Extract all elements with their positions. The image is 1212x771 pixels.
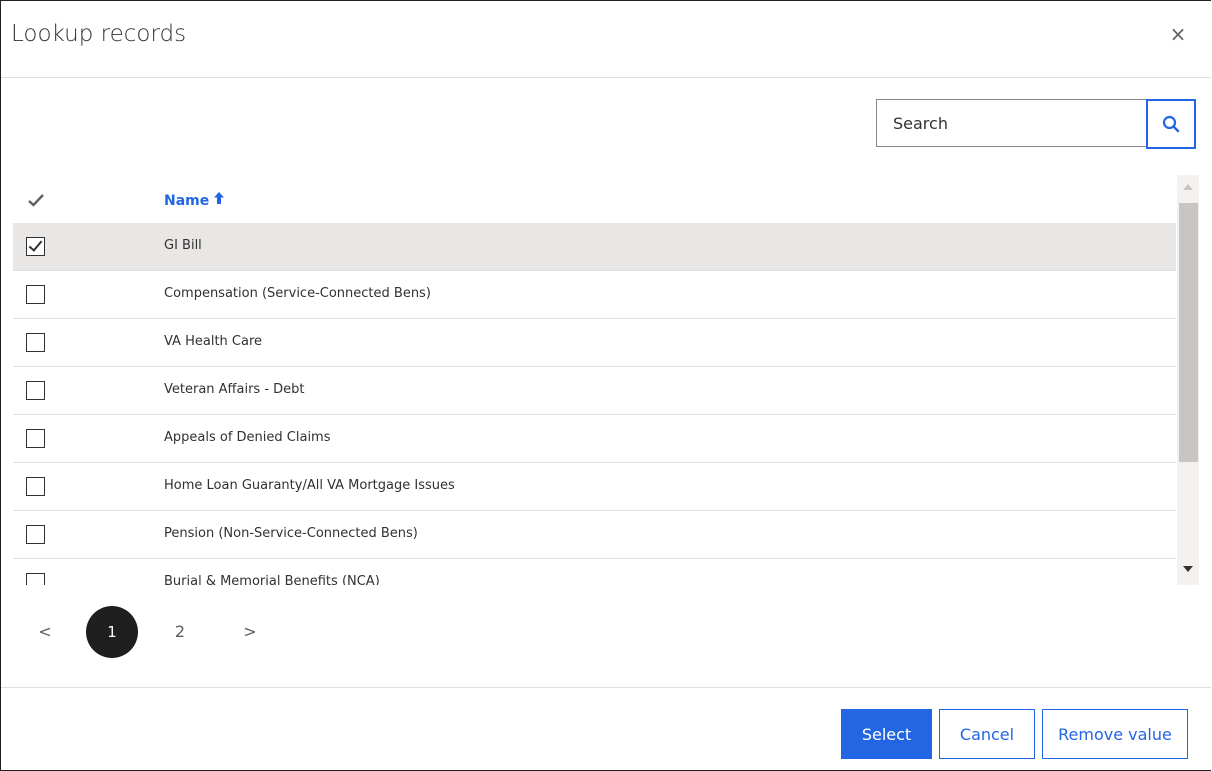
dialog-title: Lookup records [11,21,187,47]
sort-ascending-icon [214,192,225,204]
list-item[interactable]: Home Loan Guaranty/All VA Mortgage Issue… [13,463,1176,511]
list-item[interactable]: Burial & Memorial Benefits (NCA) [13,559,1176,585]
vertical-scrollbar[interactable] [1177,175,1199,585]
select-all-check-icon[interactable] [27,193,45,207]
records-list: GI Bill Compensation (Service-Connected … [13,223,1176,585]
list-item[interactable]: Appeals of Denied Claims [13,415,1176,463]
search-button[interactable] [1146,99,1196,149]
record-name: Home Loan Guaranty/All VA Mortgage Issue… [164,478,455,493]
grid-header: Name [13,177,1176,224]
search-input[interactable] [876,99,1146,147]
select-button[interactable]: Select [841,709,932,759]
search-icon [1162,115,1180,133]
footer-divider [1,687,1211,688]
current-page-button[interactable]: 1 [86,606,138,658]
record-name: Appeals of Denied Claims [164,430,331,445]
page-2-button[interactable]: 2 [170,604,190,660]
record-name: Compensation (Service-Connected Bens) [164,286,431,301]
record-name: Burial & Memorial Benefits (NCA) [164,574,380,585]
row-checkbox[interactable] [26,573,45,585]
previous-page-button[interactable]: < [35,604,55,660]
row-checkbox[interactable] [26,237,45,256]
row-checkbox[interactable] [26,525,45,544]
close-icon[interactable]: × [1167,23,1189,45]
column-header-name[interactable]: Name [164,191,225,209]
scroll-up-arrow-icon[interactable] [1177,177,1199,197]
record-name: GI Bill [164,238,202,253]
list-item[interactable]: GI Bill [13,223,1176,271]
row-checkbox[interactable] [26,285,45,304]
list-item[interactable]: Pension (Non-Service-Connected Bens) [13,511,1176,559]
list-item[interactable]: VA Health Care [13,319,1176,367]
row-checkbox[interactable] [26,477,45,496]
record-name: Pension (Non-Service-Connected Bens) [164,526,418,541]
list-item[interactable]: Veteran Affairs - Debt [13,367,1176,415]
list-item[interactable]: Compensation (Service-Connected Bens) [13,271,1176,319]
scroll-down-arrow-icon[interactable] [1177,559,1199,579]
row-checkbox[interactable] [26,429,45,448]
search-box [876,99,1196,149]
remove-value-button[interactable]: Remove value [1042,709,1188,759]
row-checkbox[interactable] [26,333,45,352]
dialog-header: Lookup records × [1,1,1211,78]
next-page-button[interactable]: > [240,604,260,660]
scrollbar-thumb[interactable] [1179,203,1198,462]
record-name: VA Health Care [164,334,263,349]
row-checkbox[interactable] [26,381,45,400]
pagination: < 1 2 > [25,604,325,660]
cancel-button[interactable]: Cancel [939,709,1035,759]
column-header-name-label: Name [164,193,210,209]
record-name: Veteran Affairs - Debt [164,382,305,397]
lookup-records-dialog: Lookup records × Name GI Bill Compensati… [0,0,1211,771]
